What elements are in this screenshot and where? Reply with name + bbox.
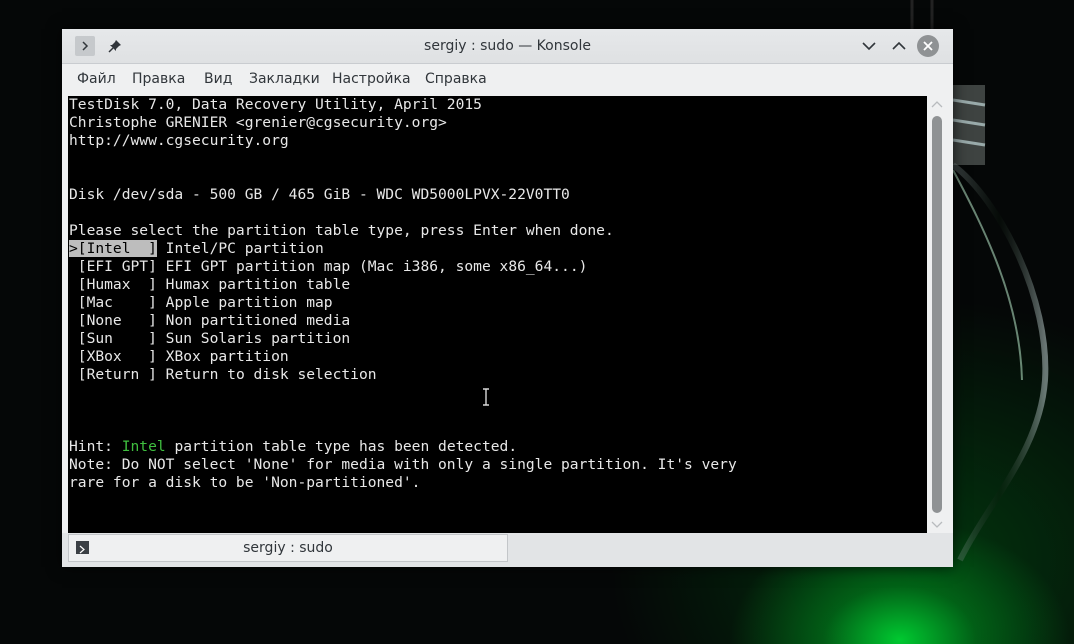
tab-label: sergiy : sudo	[243, 540, 333, 556]
option-description: Return to disk selection	[156, 366, 377, 383]
menu-view[interactable]: Вид	[204, 64, 232, 95]
option-selector: [Return ]	[69, 366, 157, 383]
close-button[interactable]	[917, 35, 939, 57]
option-selector: [XBox ]	[69, 348, 157, 365]
option-selector: [Humax ]	[69, 276, 157, 293]
scrollbar-thumb[interactable]	[932, 116, 942, 513]
menu-settings[interactable]: Настройка	[332, 64, 411, 95]
option-description: Intel/PC partition	[156, 240, 324, 257]
partition-option-humax[interactable]: [Humax ] Humax partition table	[69, 276, 350, 294]
terminal-line: http://www.cgsecurity.org	[69, 132, 289, 149]
option-selector: [None ]	[69, 312, 157, 329]
chevron-up-icon	[892, 41, 906, 50]
close-icon	[923, 41, 933, 51]
chevron-down-icon	[862, 42, 876, 51]
option-description: Sun Solaris partition	[156, 330, 351, 347]
terminal-line: Please select the partition table type, …	[69, 222, 614, 239]
tab-bar: sergiy : sudo	[62, 533, 953, 567]
terminal-output[interactable]: TestDisk 7.0, Data Recovery Utility, Apr…	[68, 96, 927, 533]
partition-option-efi-gpt[interactable]: [EFI GPT] EFI GPT partition map (Mac i38…	[69, 258, 588, 276]
window-title: sergiy : sudo — Konsole	[424, 38, 591, 54]
partition-option-return[interactable]: [Return ] Return to disk selection	[69, 366, 377, 384]
option-selector: [Sun ]	[69, 330, 157, 347]
note-line: Note: Do NOT select 'None' for media wit…	[69, 456, 737, 473]
terminal-line: Disk /dev/sda - 500 GB / 465 GiB - WDC W…	[69, 186, 570, 203]
option-selector: >[Intel ]	[69, 240, 157, 257]
menu-bar: Файл Правка Вид Закладки Настройка Справ…	[62, 64, 953, 95]
partition-option-sun[interactable]: [Sun ] Sun Solaris partition	[69, 330, 350, 348]
option-description: XBox partition	[156, 348, 289, 365]
terminal-line: Christophe GRENIER <grenier@cgsecurity.o…	[69, 114, 447, 131]
hint-detected-type: Intel	[121, 438, 166, 455]
menu-bookmarks[interactable]: Закладки	[249, 64, 320, 95]
option-description: Non partitioned media	[156, 312, 351, 329]
note-line: rare for a disk to be 'Non-partitioned'.	[69, 474, 421, 491]
partition-option-none[interactable]: [None ] Non partitioned media	[69, 312, 350, 330]
partition-option-xbox[interactable]: [XBox ] XBox partition	[69, 348, 289, 366]
hint-suffix: partition table type has been detected.	[165, 438, 518, 455]
title-bar[interactable]: sergiy : sudo — Konsole	[62, 29, 953, 64]
option-description: Humax partition table	[156, 276, 351, 293]
menu-file[interactable]: Файл	[77, 64, 116, 95]
terminal-scrollbar[interactable]	[927, 96, 947, 533]
konsole-window[interactable]: sergiy : sudo — Konsole Файл Правка Вид …	[62, 29, 953, 567]
tab-session[interactable]: sergiy : sudo	[68, 534, 508, 562]
terminal-line: TestDisk 7.0, Data Recovery Utility, Apr…	[69, 96, 482, 113]
hint-prefix: Hint:	[69, 438, 122, 455]
option-description: EFI GPT partition map (Mac i386, some x8…	[156, 258, 588, 275]
menu-help[interactable]: Справка	[425, 64, 487, 95]
scroll-up-icon[interactable]	[931, 100, 943, 108]
option-description: Apple partition map	[156, 294, 333, 311]
option-selector: [Mac ]	[69, 294, 157, 311]
menu-edit[interactable]: Правка	[132, 64, 185, 95]
maximize-button[interactable]	[889, 36, 909, 56]
partition-option-mac[interactable]: [Mac ] Apple partition map	[69, 294, 333, 312]
hint-line: Hint: Intel partition table type has bee…	[69, 438, 517, 456]
scroll-down-icon[interactable]	[931, 521, 943, 529]
option-selector: [EFI GPT]	[69, 258, 157, 275]
text-cursor-icon	[483, 388, 489, 406]
partition-option-intel[interactable]: >[Intel ] Intel/PC partition	[69, 240, 324, 258]
minimize-button[interactable]	[859, 36, 879, 56]
